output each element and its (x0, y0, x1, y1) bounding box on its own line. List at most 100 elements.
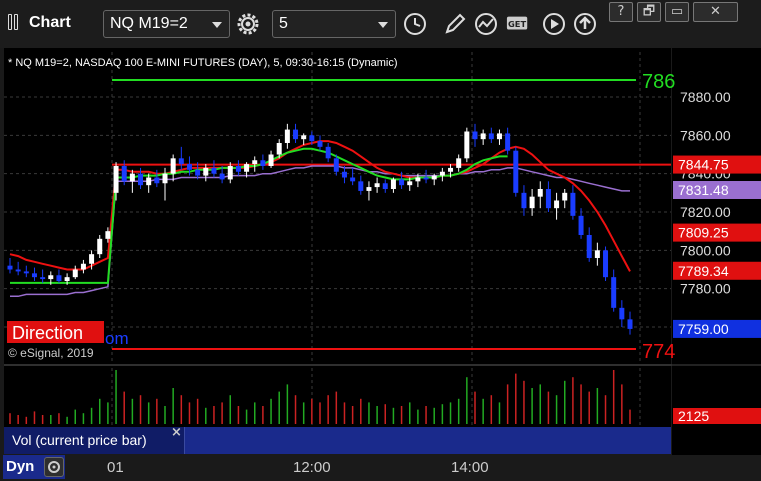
close-icon[interactable]: × (171, 425, 182, 440)
chevron-down-icon (378, 22, 388, 28)
price-tick-label: 7860.00 (680, 127, 731, 143)
candle-body (545, 189, 551, 209)
candle-body (195, 169, 201, 176)
candle-body (325, 146, 331, 159)
candle-body (586, 235, 592, 258)
get-icon[interactable]: GET (506, 12, 530, 36)
candle (603, 246, 609, 281)
copyright: © eSignal, 2019 (8, 346, 94, 360)
candle-body (390, 179, 396, 189)
candle-body (366, 187, 372, 191)
candle-body (464, 131, 470, 159)
dyn-label: Dyn (6, 458, 35, 475)
candle-body (170, 158, 176, 174)
chart-window-icon (8, 14, 22, 30)
candle (464, 127, 470, 163)
arrow-up-icon[interactable] (573, 12, 597, 36)
play-icon[interactable] (542, 12, 566, 36)
candle-body (627, 319, 633, 329)
interval-combo[interactable]: 5 (272, 10, 396, 38)
candle-body (293, 129, 299, 140)
candle-body (7, 265, 13, 270)
candle-body (56, 275, 62, 281)
chevron-down-icon (212, 22, 222, 28)
candle-body (399, 179, 405, 186)
volume-pane (4, 366, 671, 427)
candle-body (341, 171, 347, 178)
price-tag-label: 7789.34 (678, 263, 729, 279)
candle-body (456, 158, 462, 168)
toolbar: Chart NQ M19=2 5 GET ? 🗗 ▭ ✕ (0, 0, 761, 48)
candle-body (211, 167, 217, 174)
price-tick-label: 7780.00 (680, 281, 731, 297)
minimize-button[interactable]: ▭ (665, 2, 689, 22)
candle-body (611, 277, 617, 308)
candle-body (521, 192, 527, 209)
price-tag-label: 7831.48 (678, 182, 729, 198)
candle-body (448, 167, 454, 172)
candle-body (23, 271, 29, 274)
time-tick: 01 (107, 459, 124, 476)
candle-body (72, 269, 78, 278)
candle-body (31, 273, 37, 278)
direction-label: Direction (12, 323, 83, 343)
candle-body (235, 166, 241, 172)
red-line-label: 774 (642, 341, 675, 363)
price-tag-label: 7844.75 (678, 157, 729, 173)
candle-body (554, 200, 560, 209)
candle-body (219, 173, 225, 180)
restore-button[interactable]: 🗗 (637, 2, 661, 22)
candle-body (48, 275, 54, 280)
candle-body (252, 160, 258, 165)
candle-body (276, 143, 282, 155)
pencil-icon[interactable] (443, 12, 467, 36)
direction-suffix: om (105, 329, 129, 348)
candle-body (309, 135, 315, 142)
volume-pane-label: Vol (current price bar) (12, 432, 147, 448)
window-title: Chart (29, 14, 71, 31)
candle (513, 146, 519, 197)
candle-body (570, 192, 576, 216)
candle-body (431, 175, 437, 180)
svg-text:GET: GET (508, 19, 526, 29)
clock-icon[interactable] (403, 12, 427, 36)
close-button[interactable]: ✕ (693, 2, 738, 22)
price-tick-label: 7820.00 (680, 204, 731, 220)
candle-body (138, 173, 144, 186)
candle-body (358, 181, 364, 191)
volume-tag-label: 2125 (678, 408, 709, 424)
candle-body (496, 133, 502, 140)
candle-body (333, 158, 339, 172)
candle-body (162, 173, 168, 184)
price-tick-label: 7880.00 (680, 89, 731, 105)
interval-value: 5 (279, 15, 288, 32)
candle-body (423, 177, 429, 180)
candle-body (146, 177, 152, 186)
price-chart[interactable]: 7880.007860.007840.007820.007800.007780.… (0, 48, 761, 455)
settings-gear-icon[interactable] (236, 12, 260, 36)
price-tag-label: 7759.00 (678, 321, 729, 337)
candle-body (407, 181, 413, 186)
candle-body (186, 164, 192, 170)
candle-body (619, 307, 625, 320)
candle-body (268, 154, 274, 166)
candle-body (129, 173, 135, 182)
symbol-combo[interactable]: NQ M19=2 (103, 10, 230, 38)
candle-body (40, 277, 46, 280)
candle-body (105, 231, 111, 239)
candle-body (260, 160, 266, 166)
candle-body (513, 150, 519, 193)
dyn-settings-icon[interactable] (44, 457, 64, 477)
candle-body (203, 167, 209, 176)
candle-body (578, 215, 584, 235)
time-tick: 12:00 (293, 459, 331, 476)
green-line-label: 786 (642, 71, 675, 93)
candle-body (537, 189, 543, 197)
candle-body (374, 183, 380, 188)
study-icon[interactable] (474, 12, 498, 36)
help-button[interactable]: ? (609, 2, 633, 22)
candle-body (97, 238, 103, 255)
candle-body (480, 133, 486, 140)
candle-body (64, 277, 70, 281)
candle-body (529, 196, 535, 209)
